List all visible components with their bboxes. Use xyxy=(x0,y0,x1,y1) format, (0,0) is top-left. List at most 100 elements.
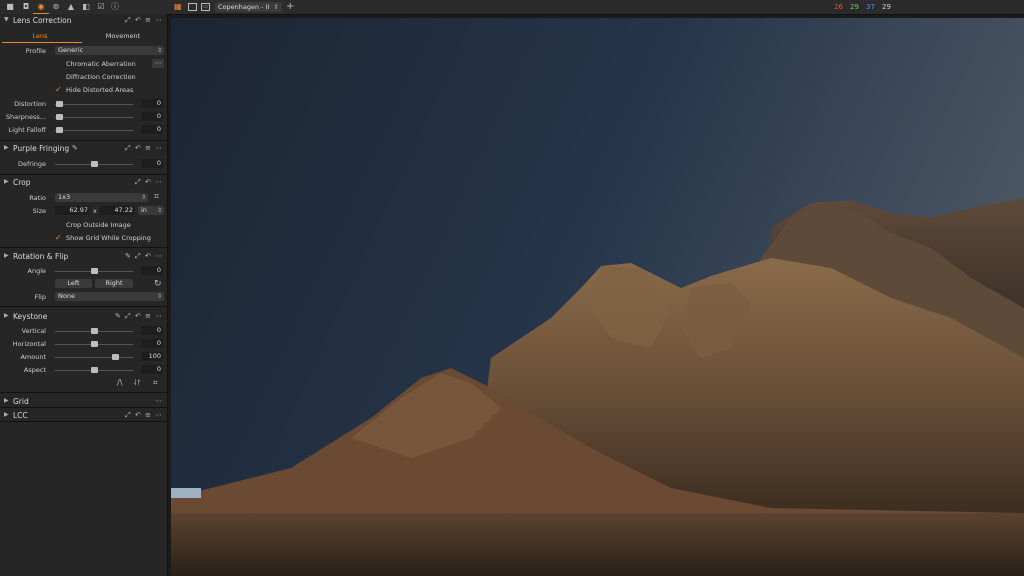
reset-icon[interactable]: ↶ xyxy=(135,16,141,24)
angle-value[interactable]: 0 xyxy=(141,266,163,275)
divider xyxy=(0,392,167,393)
hide-distorted-check[interactable]: ✓ xyxy=(55,86,63,94)
reset-icon[interactable]: ↶ xyxy=(135,312,141,320)
aspect-slider[interactable] xyxy=(55,367,133,373)
more-icon[interactable]: ⋯ xyxy=(155,397,162,405)
amount-value[interactable]: 100 xyxy=(141,352,163,361)
falloff-label: Light Falloff xyxy=(8,126,46,134)
more-icon[interactable]: ⋯ xyxy=(155,411,162,419)
single-view-icon[interactable] xyxy=(188,3,197,11)
vertical-slider[interactable] xyxy=(55,328,133,334)
horizontal-value[interactable]: 0 xyxy=(141,339,163,348)
reset-icon[interactable]: ↶ xyxy=(145,178,151,186)
unit-select[interactable]: in ⇕ xyxy=(138,206,164,215)
exposure-icon[interactable]: ▲ xyxy=(66,2,76,12)
add-icon[interactable]: + xyxy=(286,1,294,13)
keystone-horizontal-icon[interactable]: ⥯ xyxy=(134,378,140,388)
more-icon[interactable]: ⋯ xyxy=(155,178,162,186)
chromatic-label[interactable]: Chromatic Aberration xyxy=(66,60,136,68)
camera-icon[interactable]: ◘ xyxy=(21,2,31,12)
details-icon[interactable]: ◧ xyxy=(81,2,91,12)
photo-viewer[interactable] xyxy=(171,18,1024,576)
keystone-full-icon[interactable]: ⌗ xyxy=(153,378,158,388)
show-grid-label[interactable]: Show Grid While Cropping xyxy=(66,234,151,242)
chevron-right-icon[interactable]: ▶ xyxy=(4,312,9,319)
keystone-tool-icon[interactable]: ✎ xyxy=(115,312,121,320)
adjustments-icon[interactable]: ⊛ xyxy=(51,2,61,12)
straighten-icon[interactable]: ✎ xyxy=(125,252,131,260)
more-icon[interactable]: ⋯ xyxy=(155,312,162,320)
more-icon[interactable]: ⋯ xyxy=(155,144,162,152)
keystone-header[interactable]: ▶ Keystone ✎ ⤢ ↶ ≡ ⋯ xyxy=(0,310,167,323)
crop-tool-icon[interactable]: ⌗ xyxy=(154,192,159,202)
aspect-value[interactable]: 0 xyxy=(141,365,163,374)
more-icon[interactable]: ⋯ xyxy=(155,16,162,24)
compare-view-icon[interactable]: ▭ xyxy=(201,3,210,11)
presets-icon[interactable]: ≡ xyxy=(145,312,151,320)
copy-icon[interactable]: ⤢ xyxy=(125,16,131,25)
count-gray: 29 xyxy=(882,3,891,11)
rotate-icon[interactable]: ↻ xyxy=(154,279,162,289)
chevron-down-icon[interactable]: ▼ xyxy=(4,16,9,23)
angle-slider[interactable] xyxy=(55,268,133,274)
show-grid-check[interactable]: ✓ xyxy=(55,234,63,242)
chevron-right-icon[interactable]: ▶ xyxy=(4,178,9,185)
defringe-slider[interactable] xyxy=(55,161,133,167)
chevron-right-icon[interactable]: ▶ xyxy=(4,411,9,418)
horizontal-slider[interactable] xyxy=(55,341,133,347)
copy-icon[interactable]: ⤢ xyxy=(125,312,131,321)
amount-slider[interactable] xyxy=(55,354,133,360)
reset-icon[interactable]: ↶ xyxy=(145,252,151,260)
presets-icon[interactable]: ≡ xyxy=(145,144,151,152)
diffraction-label[interactable]: Diffraction Correction xyxy=(66,73,136,81)
chevron-right-icon[interactable]: ▶ xyxy=(4,252,9,259)
chevron-right-icon[interactable]: ▶ xyxy=(4,144,9,151)
lens-icon[interactable]: ◉ xyxy=(33,2,49,15)
ratio-value: 1x3 xyxy=(58,193,71,201)
sharpness-slider[interactable] xyxy=(55,114,133,120)
tab-movement[interactable]: Movement xyxy=(83,32,163,40)
copy-icon[interactable]: ⤢ xyxy=(135,252,141,261)
picker-icon[interactable]: ✎ xyxy=(72,144,78,152)
height-field[interactable]: 47.22 xyxy=(100,206,135,215)
distortion-value[interactable]: 0 xyxy=(141,99,163,108)
flip-select[interactable]: None ⇕ xyxy=(55,292,164,301)
lens-correction-header[interactable]: ▼ Lens Correction ⤢ ↶ ≡ ⋯ xyxy=(0,14,167,27)
copy-icon[interactable]: ⤢ xyxy=(135,178,141,187)
sharpness-value[interactable]: 0 xyxy=(141,112,163,121)
chromatic-options-button[interactable]: ⋯ xyxy=(152,59,164,68)
rotate-right-button[interactable]: Right xyxy=(95,279,133,288)
hide-distorted-label[interactable]: Hide Distorted Areas xyxy=(66,86,133,94)
purple-fringing-header[interactable]: ▶ Purple Fringing ✎ ⤢ ↶ ≡ ⋯ xyxy=(0,142,167,155)
tab-lens[interactable]: Lens xyxy=(0,32,80,40)
rotation-header[interactable]: ▶ Rotation & Flip ✎ ⤢ ↶ ⋯ xyxy=(0,250,167,263)
keystone-title: Keystone xyxy=(13,312,48,321)
grid-view-icon[interactable]: ▦ xyxy=(174,3,182,11)
defringe-value[interactable]: 0 xyxy=(141,159,163,168)
copy-icon[interactable]: ⤢ xyxy=(125,411,131,420)
more-icon[interactable]: ⋯ xyxy=(155,252,162,260)
reset-icon[interactable]: ↶ xyxy=(135,411,141,419)
falloff-value[interactable]: 0 xyxy=(141,125,163,134)
profile-select[interactable]: Generic ⇕ xyxy=(55,46,164,55)
metadata-icon[interactable]: ☑ xyxy=(96,2,106,12)
copy-icon[interactable]: ⤢ xyxy=(125,144,131,153)
divider xyxy=(0,421,167,422)
defringe-label: Defringe xyxy=(17,160,46,168)
crop-header[interactable]: ▶ Crop ⤢ ↶ ⋯ xyxy=(0,176,167,189)
chevron-right-icon[interactable]: ▶ xyxy=(4,397,9,404)
keystone-vertical-icon[interactable]: /\ xyxy=(117,378,122,387)
library-icon[interactable]: ■ xyxy=(5,2,15,12)
info-icon[interactable]: ⓘ xyxy=(110,2,120,12)
vertical-value[interactable]: 0 xyxy=(141,326,163,335)
presets-icon[interactable]: ≡ xyxy=(145,16,151,24)
falloff-slider[interactable] xyxy=(55,127,133,133)
distortion-slider[interactable] xyxy=(55,101,133,107)
width-field[interactable]: 62.97 xyxy=(55,206,90,215)
reset-icon[interactable]: ↶ xyxy=(135,144,141,152)
presets-icon[interactable]: ≡ xyxy=(145,411,151,419)
ratio-select[interactable]: 1x3 ⇕ xyxy=(55,193,148,202)
crop-outside-label[interactable]: Crop Outside Image xyxy=(66,221,131,229)
rotate-left-button[interactable]: Left xyxy=(55,279,92,288)
preset-select[interactable]: Copenhagen - II ⇕ xyxy=(215,2,282,12)
